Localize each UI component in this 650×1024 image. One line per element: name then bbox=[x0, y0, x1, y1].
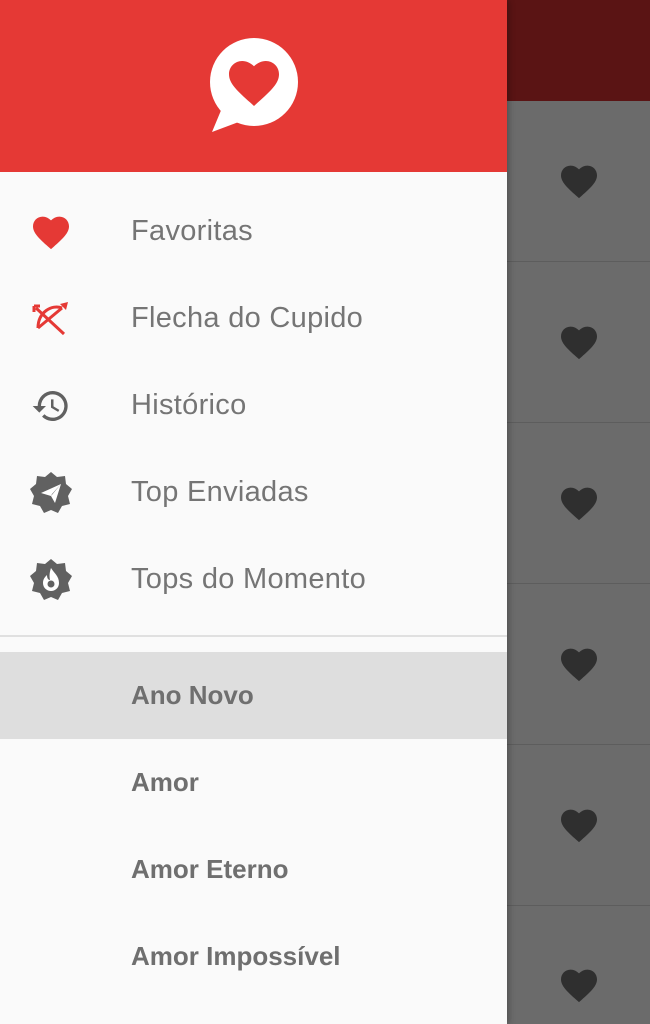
heart-icon bbox=[28, 209, 74, 255]
category-label: Amor Impossível bbox=[131, 941, 341, 971]
category-item-amor-eterno[interactable]: Amor Eterno bbox=[0, 826, 507, 913]
menu-item-top-enviadas[interactable]: Top Enviadas bbox=[0, 449, 507, 536]
heart-icon[interactable] bbox=[559, 646, 599, 682]
list-item[interactable] bbox=[507, 423, 650, 584]
category-label: Amor bbox=[131, 767, 199, 797]
history-icon bbox=[28, 383, 74, 429]
menu-item-favoritas[interactable]: Favoritas bbox=[0, 188, 507, 275]
background-app-bar bbox=[507, 0, 650, 101]
menu-item-label: Top Enviadas bbox=[131, 476, 309, 508]
heart-icon[interactable] bbox=[559, 967, 599, 1003]
heart-icon[interactable] bbox=[559, 485, 599, 521]
menu-item-label: Favoritas bbox=[131, 215, 253, 247]
drawer-header bbox=[0, 0, 507, 172]
menu-item-flecha-do-cupido[interactable]: Flecha do Cupido bbox=[0, 275, 507, 362]
list-item[interactable] bbox=[507, 745, 650, 906]
menu-item-label: Histórico bbox=[131, 389, 247, 421]
list-item[interactable] bbox=[507, 262, 650, 423]
send-badge-icon bbox=[28, 470, 74, 516]
heart-icon[interactable] bbox=[559, 163, 599, 199]
category-label: Ano Novo bbox=[131, 680, 254, 710]
flame-badge-icon bbox=[28, 557, 74, 603]
heart-icon[interactable] bbox=[559, 324, 599, 360]
category-item-amor-impossivel[interactable]: Amor Impossível bbox=[0, 913, 507, 1000]
list-item[interactable] bbox=[507, 101, 650, 262]
menu-item-tops-do-momento[interactable]: Tops do Momento bbox=[0, 536, 507, 623]
menu-divider bbox=[0, 635, 507, 637]
speech-bubble-heart-icon bbox=[209, 38, 298, 132]
list-item[interactable] bbox=[507, 906, 650, 1024]
menu-item-label: Tops do Momento bbox=[131, 563, 367, 595]
category-item-ano-novo[interactable]: Ano Novo bbox=[0, 652, 507, 739]
background-list[interactable] bbox=[507, 101, 650, 1024]
category-label: Amor Eterno bbox=[131, 854, 289, 884]
menu-item-label: Flecha do Cupido bbox=[131, 302, 364, 334]
menu-item-historico[interactable]: Histórico bbox=[0, 362, 507, 449]
list-item[interactable] bbox=[507, 584, 650, 745]
heart-icon[interactable] bbox=[559, 807, 599, 843]
navigation-drawer: Favoritas Flecha do Cupido Histórico Top… bbox=[0, 0, 507, 1024]
cupid-arrow-icon bbox=[28, 296, 74, 342]
category-item-amor[interactable]: Amor bbox=[0, 739, 507, 826]
